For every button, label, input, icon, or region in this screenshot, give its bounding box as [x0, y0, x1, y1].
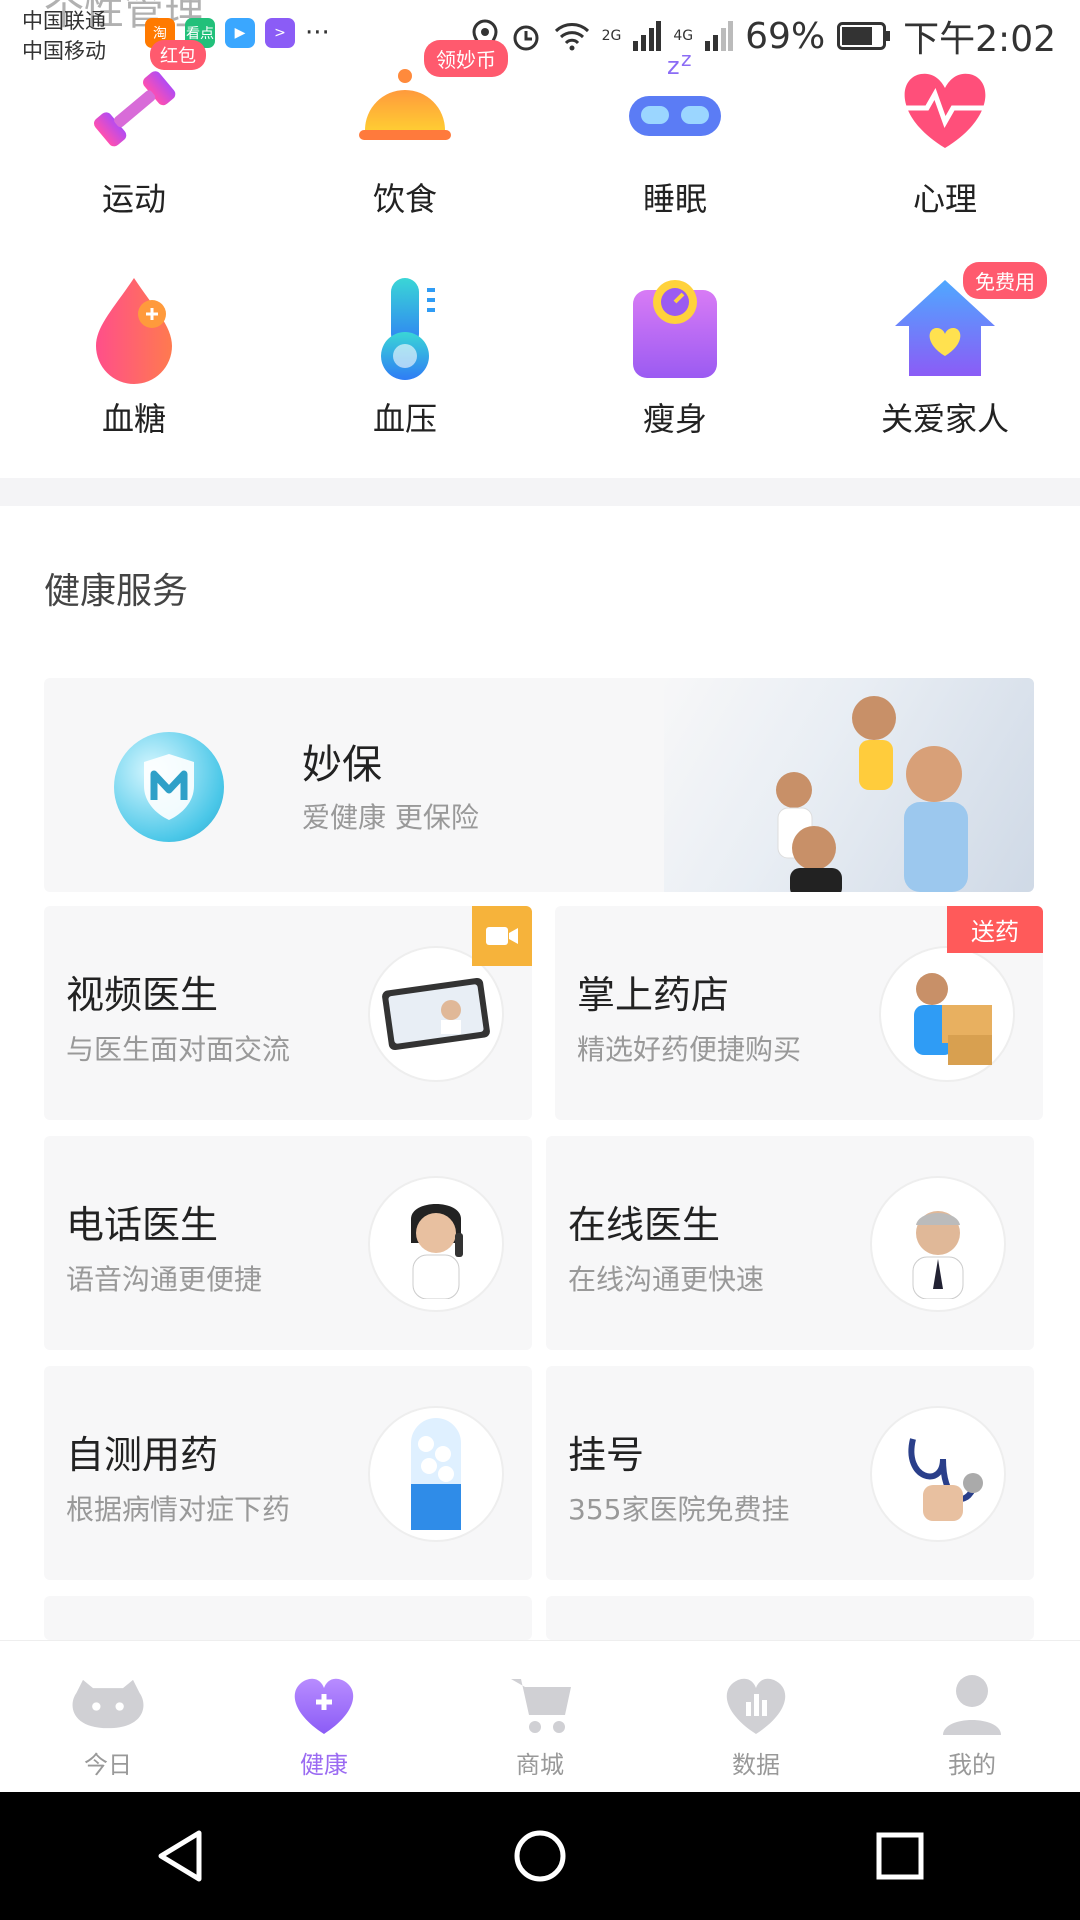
bottom-tab-bar: 今日 健康 商城 数据 我的: [0, 1640, 1080, 1792]
service-card-partial[interactable]: [546, 1596, 1034, 1640]
category-label: 心理: [912, 180, 977, 218]
category-psychology[interactable]: 心理: [855, 48, 1035, 220]
category-sleep[interactable]: zz 睡眠: [585, 47, 765, 220]
home-button[interactable]: [500, 1816, 580, 1896]
delivery-tag: 送药: [947, 906, 1043, 953]
category-label: 血压: [372, 400, 437, 438]
category-label: 关爱家人: [880, 400, 1009, 438]
service-phone-doctor[interactable]: 电话医生 语音沟通更便捷: [44, 1136, 532, 1350]
signal-icon: [633, 21, 662, 51]
signal-4g-label: 4G: [673, 28, 694, 44]
category-sport[interactable]: 运动: [44, 48, 224, 220]
cart-icon: [500, 1669, 580, 1739]
category-label: 饮食: [372, 180, 437, 218]
service-subtitle: 在线沟通更快速: [568, 1263, 765, 1296]
coin-badge: 领妙币: [424, 40, 508, 77]
app-arrow-icon: >: [265, 18, 295, 48]
delivery-box-image: [879, 946, 1015, 1082]
system-nav-bar: [0, 1792, 1080, 1920]
tab-today[interactable]: 今日: [0, 1641, 216, 1792]
service-title: 挂号: [568, 1433, 645, 1477]
service-title: 在线医生: [568, 1203, 721, 1247]
service-subtitle: 与医生面对面交流: [66, 1033, 291, 1066]
heart-chart-icon: [716, 1669, 796, 1739]
battery-icon: [837, 22, 891, 50]
service-online-doctor[interactable]: 在线医生 在线沟通更快速: [546, 1136, 1034, 1350]
category-weight-loss[interactable]: 瘦身: [585, 268, 765, 440]
tab-data[interactable]: 数据: [648, 1641, 864, 1792]
service-registration[interactable]: 挂号 355家医院免费挂: [546, 1366, 1034, 1580]
insurance-banner[interactable]: 妙保 爱健康 更保险: [44, 678, 1034, 892]
tab-label: 健康: [300, 1751, 348, 1779]
video-camera-icon: [472, 906, 532, 966]
category-label: 瘦身: [642, 400, 707, 438]
signal-icon-2: [705, 21, 734, 51]
miaobao-shield-icon: [114, 732, 224, 842]
carrier-1: 中国联通: [22, 9, 106, 33]
service-title: 掌上药店: [577, 973, 730, 1017]
phone-doctor-image: [368, 1176, 504, 1312]
section-title: 健康服务: [44, 571, 189, 612]
service-video-doctor[interactable]: 视频医生 与医生面对面交流: [44, 906, 532, 1120]
free-badge: 免费用: [963, 262, 1047, 299]
capsule-image: [368, 1406, 504, 1542]
family-photo: [664, 678, 1034, 892]
section-divider: [0, 478, 1080, 506]
signal-2g-label: 2G: [601, 28, 622, 44]
svg-text:z: z: [667, 52, 680, 80]
service-title: 视频医生: [66, 973, 219, 1017]
tablet-doctor-image: [368, 946, 504, 1082]
back-button[interactable]: [140, 1816, 220, 1896]
mascot-face-icon: [68, 1669, 148, 1739]
person-icon: [932, 1669, 1012, 1739]
service-subtitle: 精选好药便捷购买: [577, 1033, 802, 1066]
category-label: 运动: [101, 180, 166, 218]
category-blood-pressure[interactable]: 血压: [315, 268, 495, 440]
tab-me[interactable]: 我的: [864, 1641, 1080, 1792]
recents-button[interactable]: [860, 1816, 940, 1896]
tab-label: 今日: [84, 1751, 132, 1779]
heart-pulse-icon: [885, 48, 1005, 168]
banner-title: 妙保: [302, 742, 382, 788]
sleep-mask-icon: zz: [615, 47, 735, 168]
service-subtitle: 355家医院免费挂: [568, 1493, 790, 1526]
video-app-icon: ▶: [225, 18, 255, 48]
svg-text:z: z: [681, 48, 692, 71]
service-self-test-medication[interactable]: 自测用药 根据病情对症下药: [44, 1366, 532, 1580]
tab-label: 商城: [516, 1751, 564, 1779]
service-pharmacy[interactable]: 掌上药店 精选好药便捷购买 送药: [555, 906, 1043, 1120]
service-title: 电话医生: [66, 1203, 219, 1247]
blood-drop-icon: [74, 268, 194, 388]
thermometer-icon: [345, 268, 465, 388]
service-title: 自测用药: [66, 1433, 219, 1477]
more-notifications-icon: ···: [305, 18, 330, 48]
tab-label: 数据: [732, 1751, 780, 1779]
wifi-icon: [554, 23, 589, 51]
banner-subtitle: 爱健康 更保险: [302, 801, 479, 834]
alarm-icon: [513, 25, 539, 51]
category-label: 睡眠: [642, 180, 707, 218]
tab-mall[interactable]: 商城: [432, 1641, 648, 1792]
stethoscope-image: [870, 1406, 1006, 1542]
tab-label: 我的: [948, 1751, 996, 1779]
service-subtitle: 语音沟通更便捷: [66, 1263, 263, 1296]
heart-plus-icon: [284, 1669, 364, 1739]
category-label: 血糖: [101, 400, 166, 438]
service-subtitle: 根据病情对症下药: [66, 1493, 291, 1526]
dumbbell-icon: [74, 48, 194, 168]
senior-doctor-image: [870, 1176, 1006, 1312]
scale-icon: [615, 268, 735, 388]
category-blood-sugar[interactable]: 血糖: [44, 268, 224, 440]
service-card-partial[interactable]: [44, 1596, 532, 1640]
tab-health[interactable]: 健康: [216, 1641, 432, 1792]
